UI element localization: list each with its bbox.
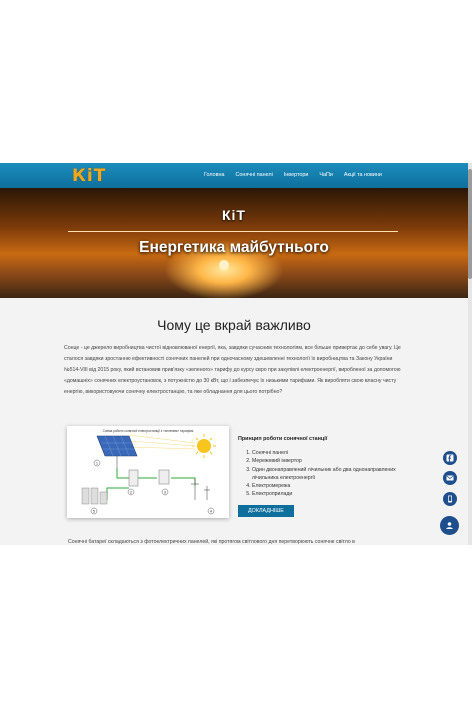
user-icon	[446, 522, 453, 529]
top-navbar: КiТ Головна Сонячні панелі Інвертори ЧаП…	[0, 163, 468, 188]
list-item: Один двонаправлений лічильник або два од…	[252, 466, 418, 483]
details-button[interactable]: ДОКЛАДНІШЕ	[238, 504, 294, 517]
diagram-label-2: 2	[130, 490, 132, 494]
diagram-label-3: 3	[164, 490, 166, 494]
solar-station-diagram: Схема роботи сонячної електростанції з «…	[67, 426, 229, 518]
mail-icon	[446, 475, 454, 481]
inverter-icon	[128, 469, 139, 487]
list-item: Електроприлади	[252, 490, 418, 498]
diagram-caption: Схема роботи сонячної електростанції з «…	[103, 429, 194, 433]
power-line-icon	[191, 478, 210, 500]
diagram-label-4: 4	[210, 509, 212, 513]
list-item: Електромережа	[252, 482, 418, 490]
intro-paragraph: Сонце - це джерело виробництва чистої ві…	[64, 345, 401, 395]
menu-item-solar-panels[interactable]: Сонячні панелі	[235, 172, 272, 178]
bottom-paragraph: Сонячні батареї складаються з фотоелектр…	[68, 539, 355, 545]
components-list: Сонячні панелі Мережевий інвертор Один д…	[238, 449, 418, 499]
website-frame: КiТ Головна Сонячні панелі Інвертори ЧаП…	[0, 163, 472, 545]
diagram-illustration: Схема роботи сонячної електростанції з «…	[81, 429, 216, 515]
hero-subtitle: Енергетика майбутнього	[139, 239, 329, 256]
sun-icon	[192, 434, 216, 458]
station-info: Принцип роботи сонячної станції Сонячні …	[238, 436, 418, 517]
list-item: Мережевий інвертор	[252, 457, 418, 465]
menu-item-faq[interactable]: ЧаПи	[319, 172, 332, 178]
account-button[interactable]	[440, 516, 459, 535]
menu-item-inverters[interactable]: Інвертори	[284, 172, 309, 178]
meter-icon	[158, 469, 170, 485]
diagram-label-5: 5	[93, 509, 95, 513]
list-item: Сонячні панелі	[252, 449, 418, 457]
main-menu: Головна Сонячні панелі Інвертори ЧаПи Ак…	[204, 172, 393, 178]
facebook-icon	[446, 454, 454, 462]
diagram-label-1: 1	[96, 461, 98, 465]
sun	[219, 260, 229, 270]
info-title: Принцип роботи сонячної станції	[238, 436, 328, 442]
hero-banner: КiТ Енергетика майбутнього	[0, 188, 468, 298]
facebook-button[interactable]	[443, 451, 457, 465]
phone-button[interactable]	[443, 492, 457, 506]
hero-divider	[68, 231, 398, 232]
scrollbar-thumb[interactable]	[468, 169, 472, 279]
mail-button[interactable]	[443, 471, 457, 485]
phone-icon	[448, 495, 452, 503]
menu-item-home[interactable]: Головна	[204, 172, 224, 178]
scrollbar[interactable]	[468, 163, 472, 545]
hero-title: КiТ	[222, 207, 246, 223]
menu-item-news[interactable]: Акції та новини	[344, 172, 382, 178]
section-heading: Чому це вкрай важливо	[157, 317, 311, 333]
appliances-icon	[81, 487, 108, 505]
site-logo[interactable]: КiТ	[72, 166, 106, 186]
